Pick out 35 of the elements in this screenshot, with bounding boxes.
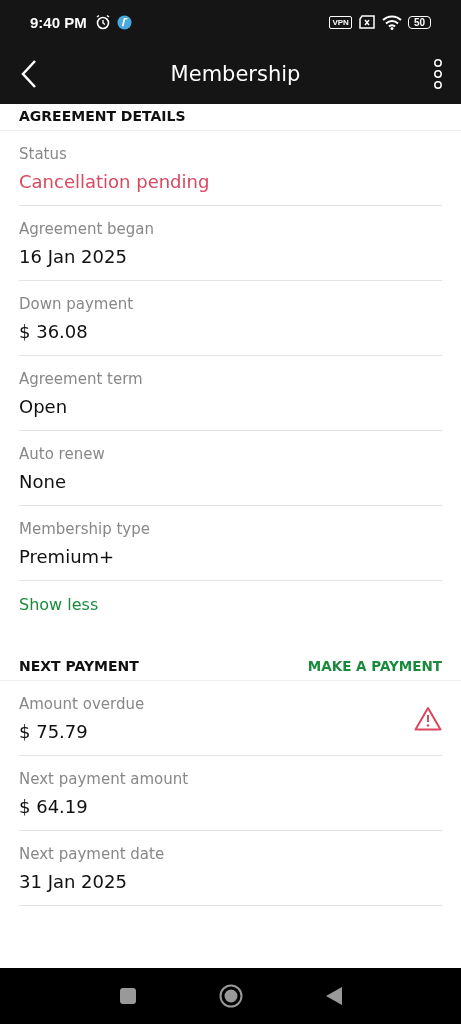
wifi-icon	[381, 14, 402, 30]
field-value: $ 64.19	[19, 795, 89, 817]
field-value: None	[19, 470, 67, 492]
battery-indicator: 50	[407, 15, 431, 29]
show-less-link[interactable]: Show less	[19, 595, 99, 614]
section-heading: AGREEMENT DETAILS	[19, 108, 186, 124]
field-label: Down payment	[19, 294, 135, 313]
more-icon[interactable]	[433, 59, 443, 89]
vpn-indicator: VPN	[329, 15, 352, 29]
status-time: 9:40 PM	[30, 13, 87, 31]
field-value: Premium+	[19, 545, 116, 567]
field-label: Status	[19, 144, 68, 163]
field-value: 16 Jan 2025	[19, 245, 128, 267]
field-label: Auto renew	[19, 444, 106, 463]
back-icon[interactable]	[20, 59, 38, 89]
field-value: $ 36.08	[19, 320, 89, 342]
field-value: Open	[19, 395, 69, 417]
home-icon[interactable]	[218, 984, 243, 1008]
field-label: Next payment date	[19, 844, 166, 863]
app-icon	[116, 14, 132, 30]
sim-icon	[357, 15, 376, 29]
field-label: Agreement term	[19, 369, 144, 388]
field-value: $ 75.79	[19, 720, 89, 742]
field-label: Agreement began	[19, 219, 156, 238]
back-nav-icon[interactable]	[324, 986, 343, 1006]
field-label: Membership type	[19, 519, 151, 538]
field-label: Next payment amount	[19, 769, 190, 788]
alarm-clock-icon	[94, 14, 111, 30]
section-heading: NEXT PAYMENT	[19, 658, 139, 674]
make-payment-link[interactable]: MAKE A PAYMENT	[307, 658, 442, 674]
screen-title: Membership	[170, 62, 301, 86]
field-label: Amount overdue	[19, 694, 146, 713]
recents-icon[interactable]	[118, 987, 137, 1005]
field-value: 31 Jan 2025	[19, 870, 128, 892]
field-value: Cancellation pending	[19, 170, 211, 192]
